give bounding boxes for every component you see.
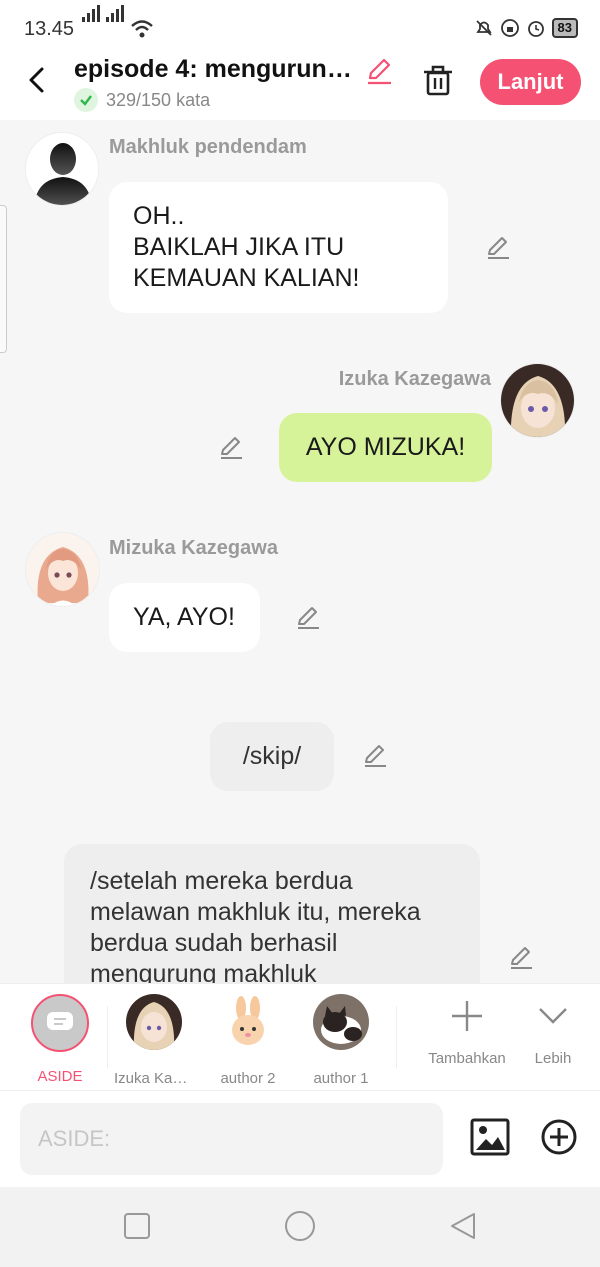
divider <box>107 1006 108 1068</box>
wifi-icon <box>131 20 153 38</box>
check-icon <box>74 88 98 112</box>
plus-circle-icon[interactable] <box>540 1118 578 1156</box>
message-bubble-own[interactable]: AYO MIZUKA! <box>279 413 492 482</box>
battery-indicator: 83 <box>551 18 578 38</box>
circle-icon[interactable] <box>283 1209 317 1243</box>
more-button[interactable]: Lebih <box>513 994 593 1067</box>
edit-pencil-icon[interactable] <box>217 434 245 462</box>
composer <box>0 1091 600 1187</box>
more-label: Lebih <box>534 1050 572 1067</box>
skip-bubble[interactable]: /skip/ <box>210 722 334 791</box>
edit-pencil-icon[interactable] <box>484 234 512 262</box>
square-icon[interactable] <box>122 1211 152 1241</box>
status-time: 13.45 <box>24 18 75 40</box>
edit-pencil-icon[interactable] <box>361 742 389 770</box>
mute-bell-icon <box>475 20 492 36</box>
triangle-back-icon[interactable] <box>448 1211 478 1241</box>
character-izuka[interactable]: Izuka Kazegawa <box>114 994 194 1087</box>
divider <box>396 1006 397 1068</box>
aside-bubble[interactable]: /setelah mereka berdua melawan makhluk i… <box>64 844 480 983</box>
avatar-mizuka[interactable] <box>25 532 100 607</box>
edit-pencil-icon[interactable] <box>294 604 322 632</box>
trash-icon[interactable] <box>420 62 456 98</box>
avatar-izuka[interactable] <box>500 363 575 438</box>
character-avatar <box>313 994 369 1050</box>
system-nav-bar <box>0 1187 600 1267</box>
character-label: ASIDE <box>37 1068 83 1085</box>
plus-icon <box>452 1001 482 1031</box>
word-count: 329/150 kata <box>74 88 210 112</box>
image-icon[interactable] <box>470 1117 510 1157</box>
character-author-1[interactable]: author 1 <box>301 994 381 1087</box>
character-aside[interactable]: ASIDE <box>20 994 100 1085</box>
side-drawer-handle[interactable] <box>0 205 7 353</box>
status-icons: 83 <box>474 18 578 38</box>
episode-title: episode 4: mengurung makhluk pendendam <box>74 55 359 83</box>
character-selector: ASIDE Izuka Kazegawa author 2 author 1 T… <box>0 983 600 1091</box>
edit-title-pencil-icon[interactable] <box>364 56 394 86</box>
edit-pencil-icon[interactable] <box>507 944 535 972</box>
sender-name: Makhluk pendendam <box>109 136 307 158</box>
character-label: author 1 <box>313 1070 369 1087</box>
editor-header: episode 4: mengurung makhluk pendendam 3… <box>0 50 600 120</box>
character-avatar <box>126 994 182 1050</box>
avatar-makhluk[interactable] <box>25 132 99 206</box>
sender-name: Mizuka Kazegawa <box>109 537 278 559</box>
aside-input[interactable] <box>20 1103 443 1175</box>
character-author-2[interactable]: author 2 <box>208 994 288 1087</box>
sender-name: Izuka Kazegawa <box>338 368 491 390</box>
character-avatar <box>220 994 276 1050</box>
chat-area[interactable]: Makhluk pendendam OH.. BAIKLAH JIKA ITU … <box>0 120 600 983</box>
message-bubble[interactable]: OH.. BAIKLAH JIKA ITU KEMAUAN KALIAN! <box>109 182 448 313</box>
chevron-down-icon <box>539 1008 567 1024</box>
message-bubble[interactable]: YA, AYO! <box>109 583 260 652</box>
add-label: Tambahkan <box>428 1050 506 1067</box>
alarm-icon <box>527 21 544 37</box>
character-label: Izuka Kazegawa <box>114 1070 194 1087</box>
back-arrow-icon[interactable] <box>22 64 54 96</box>
word-count-text: 329/150 kata <box>106 89 211 110</box>
next-button[interactable]: Lanjut <box>480 59 581 105</box>
character-label: author 2 <box>220 1070 276 1087</box>
add-character-button[interactable]: Tambahkan <box>421 994 513 1067</box>
lock-circle-icon <box>500 19 519 37</box>
chat-bubble-icon <box>31 994 89 1052</box>
